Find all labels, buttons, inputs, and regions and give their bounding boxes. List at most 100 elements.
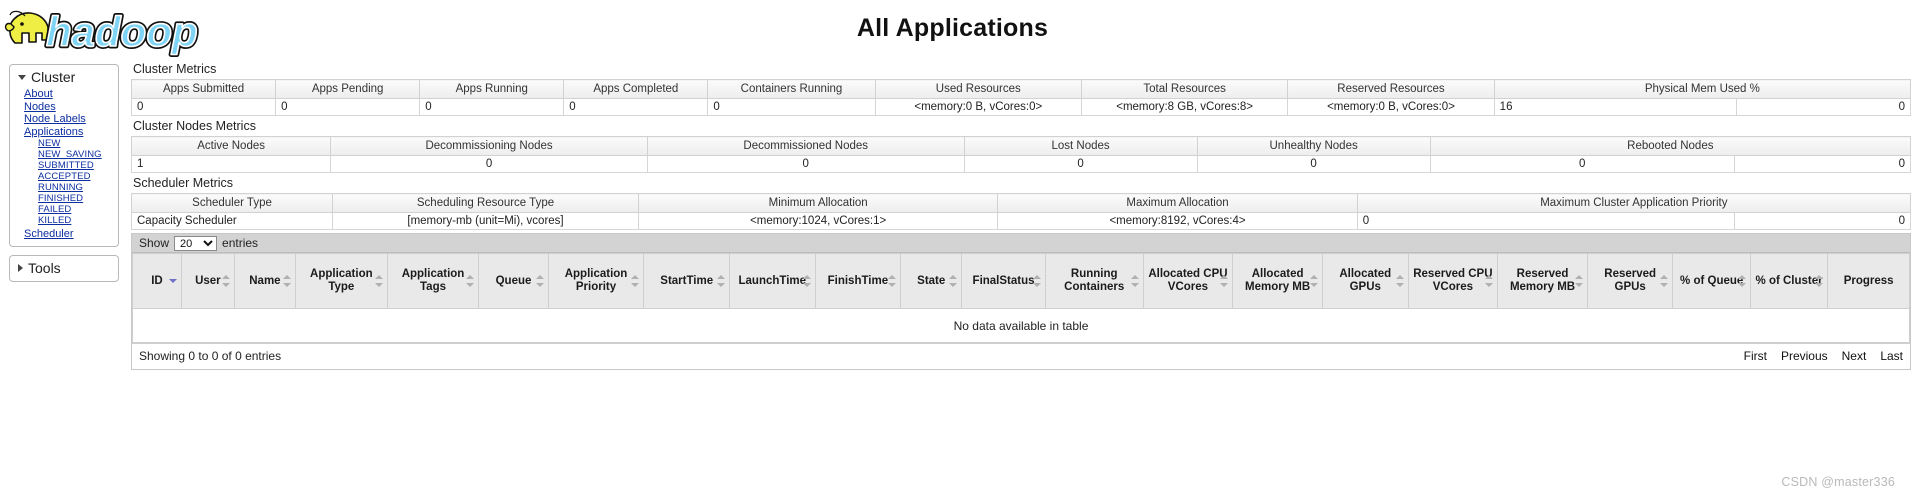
cell-maximum-cluster-application-priority-extra: 0 [1733,212,1911,230]
col-apps-running[interactable]: Apps Running [419,79,565,99]
cell-rebooted-nodes: 0 [1429,155,1735,173]
cell-physical-mem-used: 16 [1493,98,1737,116]
sort-icon [949,275,958,287]
col-apps-submitted[interactable]: Apps Submitted [130,79,277,99]
sidebar-item-state-running[interactable]: RUNNING [38,182,118,194]
sidebar-item-state-new[interactable]: NEW [38,138,118,150]
lost-nodes-link[interactable]: 0 [1077,158,1083,170]
table-header-row: Apps Submitted Apps Pending Apps Running… [130,79,1911,99]
col-decommissioned-nodes[interactable]: Decommissioned Nodes [646,136,965,156]
col-apps-completed[interactable]: Apps Completed [563,79,709,99]
sidebar-item-state-killed[interactable]: KILLED [38,215,118,227]
col-used-resources[interactable]: Used Resources [874,79,1082,99]
col-maximum-allocation[interactable]: Maximum Allocation [997,193,1358,213]
sidebar-item-state-failed[interactable]: FAILED [38,204,118,216]
col-progress[interactable]: Progress [1827,253,1910,309]
sort-icon [1032,275,1042,287]
sidebar-tools-header[interactable]: Tools [10,259,118,278]
col-launchtime[interactable]: LaunchTime [729,253,816,309]
sidebar-item-scheduler[interactable]: Scheduler [24,228,118,241]
col-scheduling-resource-type[interactable]: Scheduling Resource Type [332,193,639,213]
unhealthy-nodes-link[interactable]: 0 [1310,158,1316,170]
sidebar-item-state-new-saving[interactable]: NEW_SAVING [38,149,118,161]
sort-icon [466,275,475,287]
col-reserved-resources[interactable]: Reserved Resources [1287,79,1495,99]
col-finalstatus[interactable]: FinalStatus [961,253,1046,309]
pager-next[interactable]: Next [1842,349,1867,363]
sort-icon [1574,275,1584,287]
sidebar-item-state-accepted[interactable]: ACCEPTED [38,171,118,183]
col-allocated-memory-mb[interactable]: Allocated Memory MB [1232,253,1323,309]
col-rebooted-nodes[interactable]: Rebooted Nodes [1429,136,1911,156]
sort-icon [1485,275,1494,287]
sidebar-item-nodes[interactable]: Nodes [24,101,118,113]
col-minimum-allocation[interactable]: Minimum Allocation [637,193,999,213]
sidebar-item-node-labels[interactable]: Node Labels [24,113,118,126]
pagination-controls: First Previous Next Last [1744,349,1903,363]
cell-active-nodes: 1 [130,155,332,173]
table-header-row: Scheduler Type Scheduling Resource Type … [130,193,1911,213]
pager-last[interactable]: Last [1880,349,1903,363]
cell-containers-running: 0 [707,98,876,116]
col-application-priority[interactable]: Application Priority [547,253,645,309]
col-maximum-cluster-application-priority[interactable]: Maximum Cluster Application Priority [1356,193,1911,213]
sort-icon [631,275,640,287]
col-id[interactable]: ID [132,253,182,309]
pager-previous[interactable]: Previous [1781,349,1828,363]
col-percent-of-cluster[interactable]: % of Cluster [1749,253,1829,309]
col-reserved-gpus[interactable]: Reserved GPUs [1586,253,1674,309]
col-name[interactable]: Name [233,253,296,309]
col-unhealthy-nodes[interactable]: Unhealthy Nodes [1196,136,1431,156]
col-active-nodes[interactable]: Active Nodes [130,136,332,156]
col-starttime[interactable]: StartTime [643,253,730,309]
col-application-tags[interactable]: Application Tags [386,253,480,309]
col-physical-mem-used[interactable]: Physical Mem Used % [1493,79,1911,99]
col-state[interactable]: State [900,253,963,309]
sidebar-cluster-header[interactable]: Cluster [10,68,118,87]
cell-minimum-allocation: <memory:1024, vCores:1> [637,212,999,230]
col-allocated-gpus[interactable]: Allocated GPUs [1321,253,1409,309]
decommissioned-nodes-link[interactable]: 0 [803,158,809,170]
cell-reserved-resources: <memory:0 B, vCores:0> [1287,98,1495,116]
hadoop-logo[interactable]: hadoop hadoop [2,2,202,58]
rebooted-nodes-link[interactable]: 0 [1579,158,1585,170]
col-reserved-cpu-vcores[interactable]: Reserved CPU VCores [1407,253,1499,309]
applications-table-empty-row: No data available in table [132,308,1910,343]
cell-unhealthy-nodes: 0 [1196,155,1431,173]
decommissioning-nodes-link[interactable]: 0 [486,158,492,170]
col-user[interactable]: User [180,253,235,309]
col-allocated-cpu-vcores[interactable]: Allocated CPU VCores [1142,253,1234,309]
table-row: 1 0 0 0 0 0 0 [130,155,1911,173]
col-scheduler-type[interactable]: Scheduler Type [130,193,334,213]
col-containers-running[interactable]: Containers Running [707,79,876,99]
col-total-resources[interactable]: Total Resources [1080,79,1289,99]
active-nodes-link[interactable]: 1 [137,158,143,170]
col-running-containers[interactable]: Running Containers [1044,253,1144,309]
sidebar-item-about[interactable]: About [24,88,118,101]
cell-scheduler-type: Capacity Scheduler [130,212,334,230]
sidebar-item-state-finished[interactable]: FINISHED [38,193,118,205]
sidebar-item-applications[interactable]: Applications [24,126,118,138]
col-reserved-memory-mb[interactable]: Reserved Memory MB [1497,253,1588,309]
cell-maximum-cluster-application-priority: 0 [1356,212,1735,230]
page-length-select[interactable]: 20 40 60 80 100 [174,235,218,251]
col-apps-pending[interactable]: Apps Pending [275,79,421,99]
pager-first[interactable]: First [1744,349,1767,363]
sort-icon [1737,275,1747,287]
rebooted-nodes-extra-link[interactable]: 0 [1899,158,1905,170]
sidebar-tools-block: Tools [9,254,119,282]
cell-used-resources: <memory:0 B, vCores:0> [874,98,1082,116]
cell-apps-completed: 0 [563,98,709,116]
col-percent-of-queue[interactable]: % of Queue [1672,253,1751,309]
col-finishtime[interactable]: FinishTime [814,253,902,309]
scheduler-metrics-table: Scheduler Type Scheduling Resource Type … [130,193,1911,230]
sort-icon [888,275,897,287]
chevron-right-icon [18,263,23,272]
col-decommissioning-nodes[interactable]: Decommissioning Nodes [330,136,648,156]
watermark: CSDN @master336 [1781,475,1895,489]
sort-icon [1130,275,1140,287]
col-queue[interactable]: Queue [478,253,549,309]
col-lost-nodes[interactable]: Lost Nodes [963,136,1198,156]
sidebar-item-state-submitted[interactable]: SUBMITTED [38,160,118,172]
col-application-type[interactable]: Application Type [294,253,388,309]
